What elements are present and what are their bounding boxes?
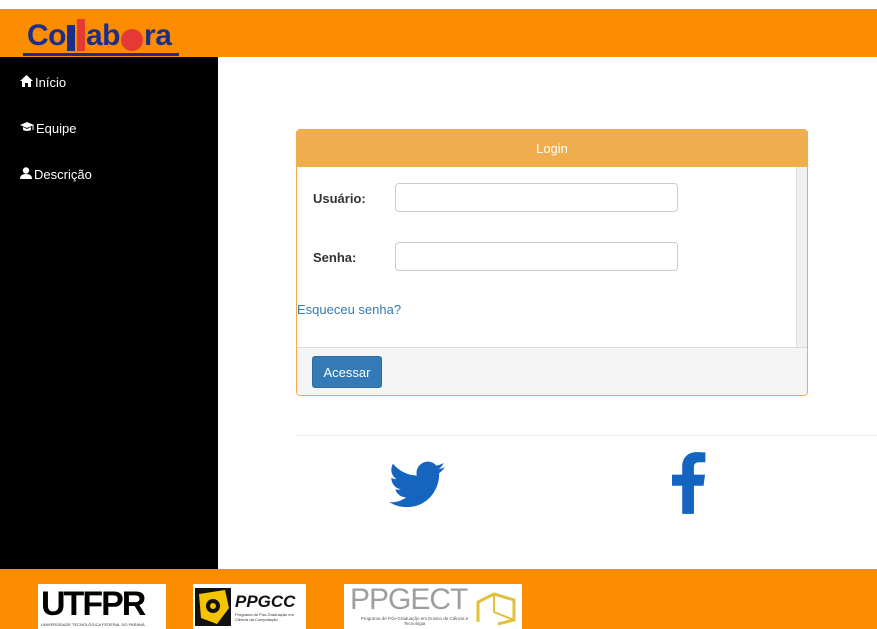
sponsor-caption: UNIVERSIDADE TECNOLÓGICA FEDERAL DO PARA… xyxy=(41,622,145,627)
panel-scrollbar[interactable] xyxy=(796,167,807,347)
sponsor-name: PPGCC xyxy=(235,592,296,611)
sidebar: Início Equipe Descrição xyxy=(0,57,218,569)
divider xyxy=(296,435,877,436)
submit-button[interactable]: Acessar xyxy=(312,356,382,388)
sidebar-item-inicio[interactable]: Início xyxy=(20,75,66,90)
ppgect-cube-icon xyxy=(474,590,518,629)
sidebar-item-equipe[interactable]: Equipe xyxy=(20,121,76,136)
password-input[interactable] xyxy=(395,242,678,271)
twitter-icon[interactable] xyxy=(389,461,445,514)
ppgcc-logo[interactable]: PPGCC Programa de Pós-Graduação em Ciênc… xyxy=(193,584,306,629)
username-input[interactable] xyxy=(395,183,678,212)
home-icon xyxy=(20,75,35,90)
sidebar-item-label: Equipe xyxy=(36,121,77,136)
sidebar-item-label: Início xyxy=(35,75,67,90)
ppgcc-emblem-icon xyxy=(195,588,231,626)
footer-bar: UTFPR UNIVERSIDADE TECNOLÓGICA FEDERAL D… xyxy=(0,569,877,629)
sidebar-item-descricao[interactable]: Descrição xyxy=(20,167,92,182)
user-icon xyxy=(20,167,34,182)
username-label: Usuário: xyxy=(313,191,366,206)
forgot-password-link[interactable]: Esqueceu senha? xyxy=(297,302,401,317)
sidebar-item-label: Descrição xyxy=(34,167,92,182)
header-bar: Co ab ra xyxy=(0,0,877,57)
login-panel-footer: Acessar xyxy=(297,347,807,395)
collabora-logo[interactable]: Co ab ra xyxy=(23,19,180,56)
sponsor-name: UTFPR xyxy=(41,585,146,623)
login-panel-body: Usuário: Senha: Esqueceu senha? xyxy=(297,167,807,347)
utfpr-logo[interactable]: UTFPR UNIVERSIDADE TECNOLÓGICA FEDERAL D… xyxy=(38,584,166,629)
sponsor-caption: Programa de Pós-Graduação em Ciência da … xyxy=(235,612,294,622)
graduation-cap-icon xyxy=(20,121,36,136)
login-panel-heading: Login xyxy=(297,130,807,167)
ppgect-logo[interactable]: PPGECT Programa de Pós-Graduação em Ensi… xyxy=(344,584,522,629)
sponsor-name: PPGECT xyxy=(350,584,468,616)
sponsor-caption: Programa de Pós-Graduação em Ensino de C… xyxy=(360,616,469,626)
facebook-icon[interactable] xyxy=(672,452,706,519)
login-title: Login xyxy=(536,141,568,156)
login-panel: Login Usuário: Senha: Esqueceu senha? Ac… xyxy=(296,129,808,396)
password-label: Senha: xyxy=(313,250,357,265)
